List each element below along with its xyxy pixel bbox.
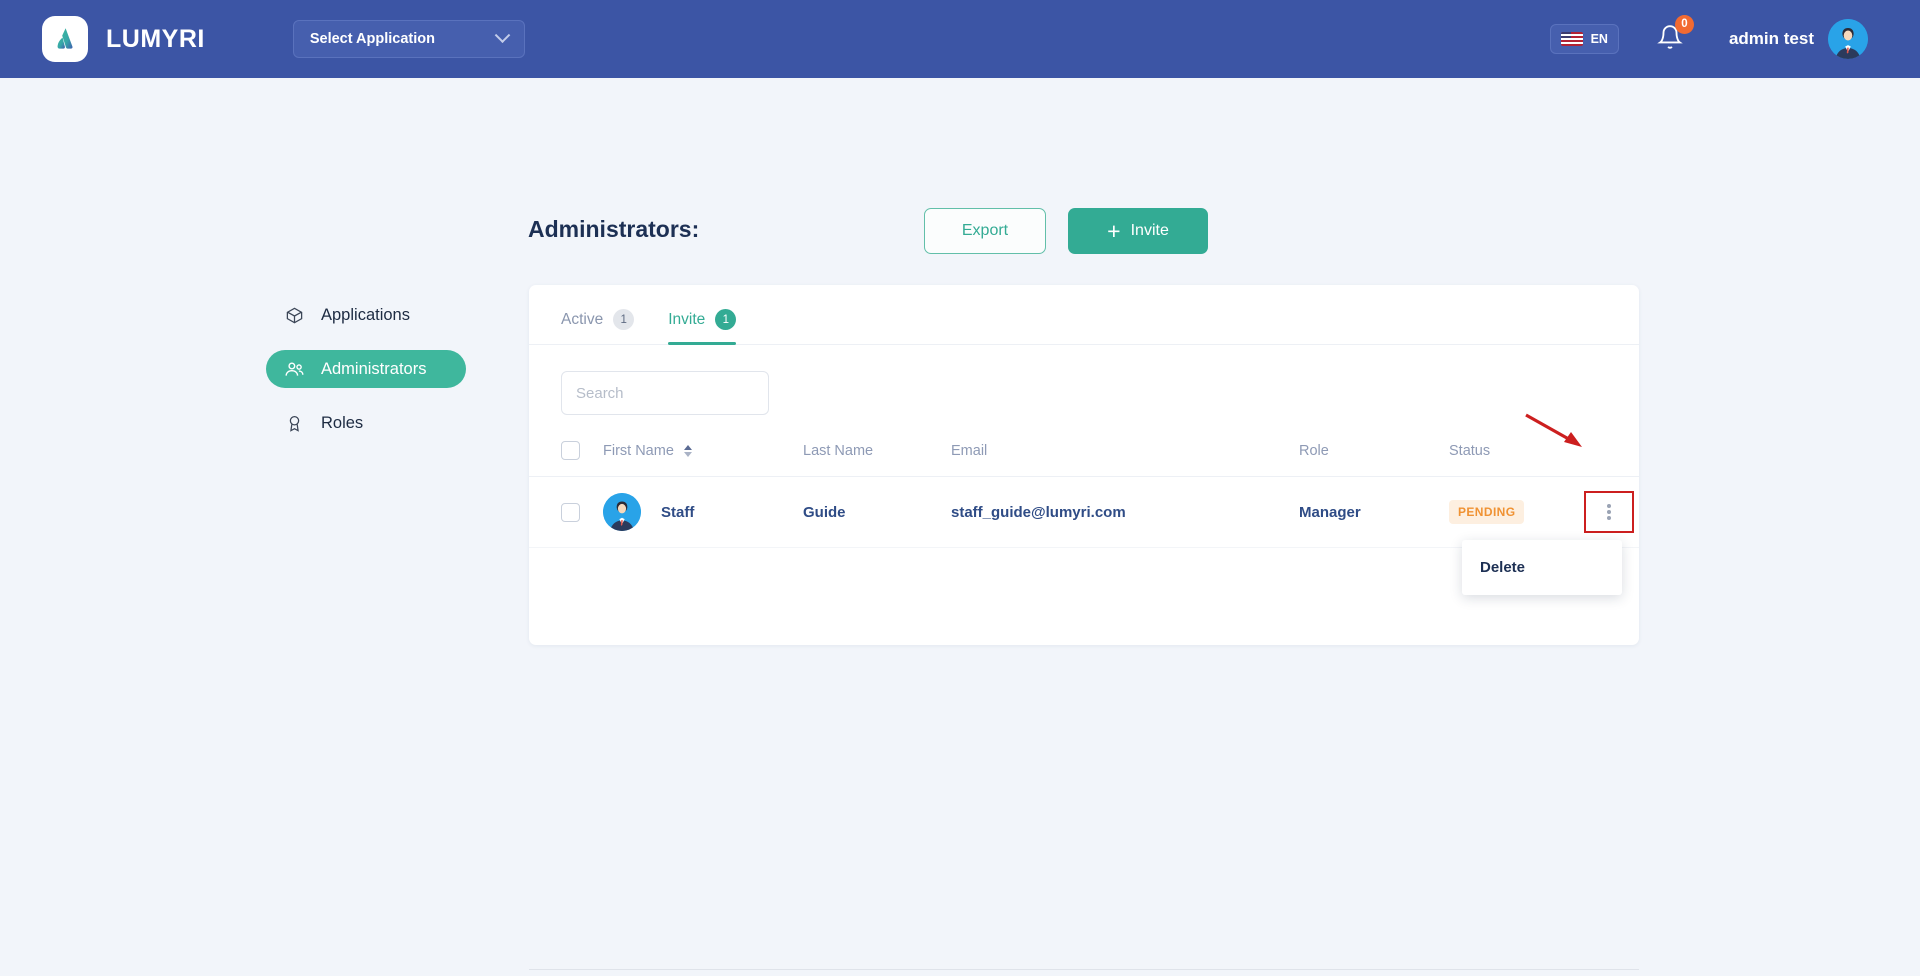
status-badge: PENDING [1449,500,1525,524]
tab-active[interactable]: Active 1 [561,309,635,344]
export-button-label: Export [961,222,1009,239]
cell-status: PENDING [1449,476,1584,548]
tab-invite[interactable]: Invite 1 [668,309,737,345]
top-header-bar: LUMYRI Select Application EN 0 admin tes… [0,0,1920,78]
search-input[interactable] [576,384,775,402]
tab-count-badge: 1 [715,309,737,330]
tab-label: Active [561,310,604,328]
cell-last-name: Guide [803,476,951,548]
column-label: First Name [603,442,674,459]
first-name-value: Staff [661,503,695,521]
kebab-menu-icon[interactable] [1584,491,1634,533]
sidebar-nav: Applications Administrators Roles [266,296,466,458]
column-role[interactable]: Role [1299,431,1449,477]
column-email[interactable]: Email [951,431,1299,477]
column-status[interactable]: Status [1449,431,1584,477]
box-icon [284,305,305,326]
brand-name: LUMYRI [106,24,205,53]
column-actions [1584,431,1639,477]
cell-email: staff_guide@lumyri.com [951,476,1299,548]
search-area [529,345,1639,415]
brand: LUMYRI [42,16,205,62]
sidebar-item-label: Administrators [321,359,427,378]
plus-icon: + [1107,217,1121,244]
sidebar-item-applications[interactable]: Applications [266,296,466,334]
language-code: EN [1590,32,1608,46]
dropdown-item-delete[interactable]: Delete [1462,550,1622,585]
tab-bar: Active 1 Invite 1 [529,285,1639,345]
application-select[interactable]: Select Application [292,20,525,58]
language-selector[interactable]: EN [1549,24,1619,54]
invite-button[interactable]: + Invite [1068,208,1208,254]
sort-arrows-icon[interactable] [683,444,692,457]
table-row: Staff Guide staff_guide@lumyri.com Manag… [529,476,1639,548]
tab-count-badge: 1 [613,309,635,330]
row-actions-dropdown: Delete [1462,540,1622,595]
application-select-label: Select Application [309,31,435,47]
sidebar-item-administrators[interactable]: Administrators [266,350,466,388]
search-box[interactable] [561,371,775,415]
chevron-down-icon [494,26,511,43]
tab-label: Invite [668,310,706,328]
sidebar-item-label: Applications [321,305,410,324]
page-title: Administrators: [528,216,700,242]
row-select-cell [529,476,603,548]
checkbox-icon[interactable] [561,502,580,522]
column-first-name[interactable]: First Name [603,431,803,477]
page-actions: Export + Invite [924,208,1208,254]
notification-count-badge: 0 [1674,14,1694,34]
page-body: Administrators: Export + Invite Applicat… [0,78,1920,976]
user-avatar-icon [603,493,641,531]
user-name-label: admin test [1728,29,1814,48]
notifications-button[interactable]: 0 [1657,14,1694,55]
header-right-group: EN 0 admin test [1549,14,1868,59]
sidebar-item-label: Roles [321,413,364,432]
column-last-name[interactable]: Last Name [803,431,951,477]
cell-actions [1584,476,1639,548]
export-button[interactable]: Export [924,208,1046,254]
users-icon [284,359,305,380]
checkbox-icon[interactable] [561,441,580,460]
administrators-table: First Name Last Name Email Role Status S… [529,431,1639,548]
footer-divider [529,969,1639,970]
cell-first-name: Staff [603,476,803,548]
select-all-header [529,431,603,477]
award-icon [284,413,305,434]
table-header-row: First Name Last Name Email Role Status [529,431,1639,477]
cell-role: Manager [1299,476,1449,548]
avatar[interactable] [1828,19,1868,59]
lumyri-logo-icon [42,16,88,62]
invite-button-label: Invite [1130,222,1169,239]
us-flag-icon [1560,32,1583,46]
sidebar-item-roles[interactable]: Roles [266,404,466,442]
